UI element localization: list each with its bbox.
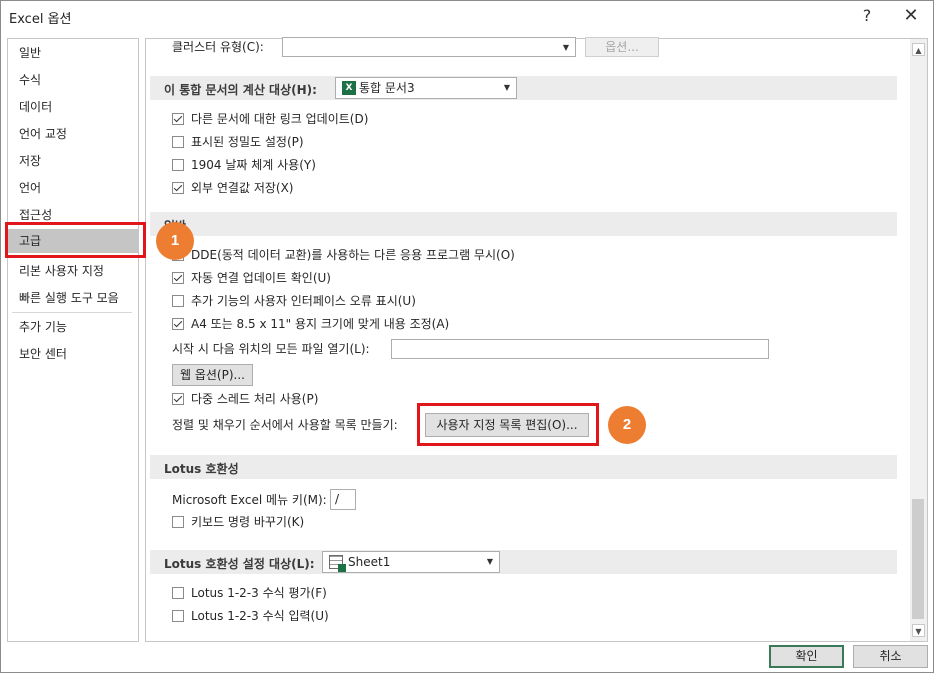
checkbox-addin-ui-errors[interactable] — [172, 295, 184, 307]
excel-workbook-icon: X — [342, 81, 356, 95]
checkbox-precision-as-displayed[interactable] — [172, 136, 184, 148]
sidebar-item-proofing[interactable]: 언어 교정 — [8, 122, 138, 146]
checkbox-scale-content-a4[interactable] — [172, 318, 184, 330]
sidebar-item-trust-center[interactable]: 보안 센터 — [8, 342, 138, 366]
ignore-dde-label: DDE(동적 데이터 교환)를 사용하는 다른 응용 프로그램 무시(O) — [191, 248, 515, 262]
update-links-label: 다른 문서에 대한 링크 업데이트(D) — [191, 112, 369, 126]
sidebar-item-add-ins[interactable]: 추가 기능 — [8, 315, 138, 339]
help-icon[interactable]: ? — [847, 3, 887, 29]
sidebar-divider — [12, 312, 132, 313]
sidebar-item-data[interactable]: 데이터 — [8, 95, 138, 119]
highlight-box-advanced — [5, 222, 146, 258]
sidebar: 일반 수식 데이터 언어 교정 저장 언어 접근성 고급 리본 사용자 지정 빠… — [7, 38, 139, 642]
lotus-settings-section-title: Lotus 호환성 설정 대상(L): — [164, 557, 315, 571]
window-title: Excel 옵션 — [9, 12, 72, 27]
transition-formula-entry-label: Lotus 1-2-3 수식 입력(U) — [191, 609, 329, 623]
menu-key-input[interactable]: / — [330, 489, 356, 510]
cluster-type-label: 클러스터 유형(C): — [172, 40, 264, 54]
multithreaded-label: 다중 스레드 처리 사용(P) — [191, 392, 319, 406]
checkbox-1904-date-system[interactable] — [172, 159, 184, 171]
sidebar-item-customize-ribbon[interactable]: 리본 사용자 지정 — [8, 259, 138, 283]
lotus-section-title: Lotus 호환성 — [164, 462, 239, 476]
checkbox-save-external-links[interactable] — [172, 182, 184, 194]
cluster-options-button[interactable]: 옵션... — [585, 37, 659, 57]
chevron-down-icon: ▼ — [486, 557, 493, 566]
ok-button[interactable]: 확인 — [769, 645, 844, 668]
checkbox-multithreaded[interactable] — [172, 393, 184, 405]
calc-section-header: 이 통합 문서의 계산 대상(H): — [150, 76, 897, 100]
calc-workbook-value: 통합 문서3 — [359, 81, 415, 95]
startup-folder-label: 시작 시 다음 위치의 모든 파일 열기(L): — [172, 342, 370, 356]
ask-update-links-label: 자동 연결 업데이트 확인(U) — [191, 271, 331, 285]
scale-content-a4-label: A4 또는 8.5 x 11" 용지 크기에 맞게 내용 조정(A) — [191, 317, 450, 331]
chevron-down-icon: ▼ — [503, 83, 510, 92]
highlight-box-custom-lists — [417, 403, 599, 446]
lotus-section-header: Lotus 호환성 — [150, 455, 897, 479]
general-section-header: 일반 — [150, 212, 897, 236]
scrollbar-thumb[interactable] — [912, 499, 924, 619]
checkbox-update-links[interactable] — [172, 113, 184, 125]
startup-folder-input[interactable] — [391, 339, 769, 359]
checkbox-transition-formula-entry[interactable] — [172, 610, 184, 622]
sidebar-item-general[interactable]: 일반 — [8, 41, 138, 65]
step-badge-2: 2 — [608, 406, 646, 444]
checkbox-ask-update-links[interactable] — [172, 272, 184, 284]
lotus-sheet-value: Sheet1 — [348, 555, 391, 569]
calc-section-title: 이 통합 문서의 계산 대상(H): — [164, 83, 317, 97]
worksheet-icon — [329, 555, 346, 572]
calc-workbook-select[interactable]: X 통합 문서3 ▼ — [335, 77, 517, 99]
lotus-sheet-select[interactable]: Sheet1 ▼ — [322, 551, 500, 573]
chevron-down-icon: ▼ — [562, 43, 569, 52]
lotus-settings-section-header: Lotus 호환성 설정 대상(L): — [150, 550, 897, 574]
save-external-links-label: 외부 연결값 저장(X) — [191, 181, 294, 195]
vertical-scrollbar[interactable]: ▲ ▼ — [910, 38, 928, 642]
sidebar-item-save[interactable]: 저장 — [8, 149, 138, 173]
scroll-down-icon[interactable]: ▼ — [912, 624, 925, 637]
sidebar-item-language[interactable]: 언어 — [8, 176, 138, 200]
scroll-up-icon[interactable]: ▲ — [912, 43, 925, 56]
checkbox-transition-nav-keys[interactable] — [172, 516, 184, 528]
checkbox-transition-formula-eval[interactable] — [172, 587, 184, 599]
precision-as-displayed-label: 표시된 정밀도 설정(P) — [191, 135, 304, 149]
menu-key-label: Microsoft Excel 메뉴 키(M): — [172, 493, 327, 507]
transition-formula-eval-label: Lotus 1-2-3 수식 평가(F) — [191, 586, 327, 600]
close-icon[interactable]: ✕ — [891, 3, 931, 29]
step-badge-1: 1 — [156, 222, 194, 260]
addin-ui-errors-label: 추가 기능의 사용자 인터페이스 오류 표시(U) — [191, 294, 416, 308]
custom-list-label: 정렬 및 채우기 순서에서 사용할 목록 만들기: — [172, 418, 398, 432]
web-options-button[interactable]: 웹 옵션(P)... — [172, 364, 253, 386]
sidebar-item-quick-access-toolbar[interactable]: 빠른 실행 도구 모음 — [8, 286, 138, 310]
sidebar-item-formulas[interactable]: 수식 — [8, 68, 138, 92]
transition-nav-keys-label: 키보드 명령 바꾸기(K) — [191, 515, 305, 529]
title-bar: Excel 옵션 ? ✕ — [1, 1, 933, 31]
date-1904-label: 1904 날짜 체계 사용(Y) — [191, 158, 316, 172]
cancel-button[interactable]: 취소 — [853, 645, 928, 668]
cluster-type-select[interactable]: ▼ — [282, 37, 576, 57]
